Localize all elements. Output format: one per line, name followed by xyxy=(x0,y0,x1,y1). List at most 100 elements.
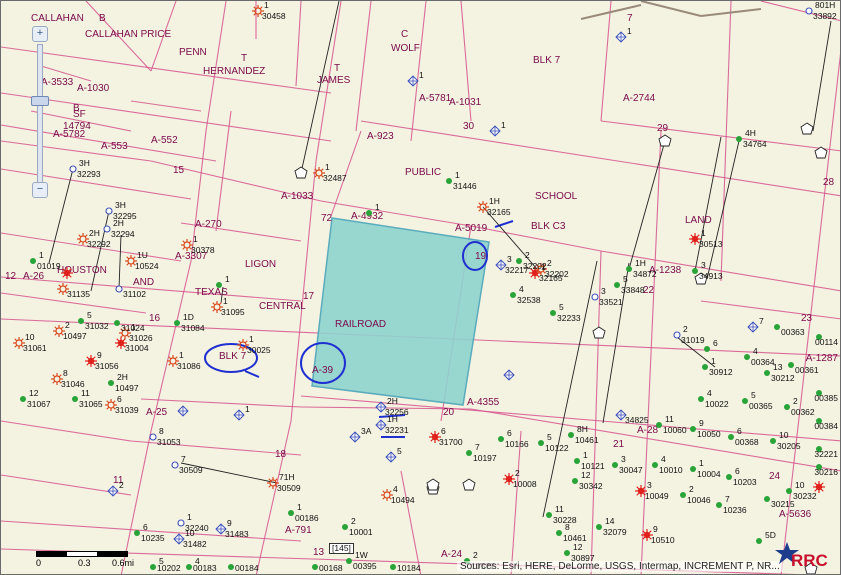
oil-well-icon xyxy=(680,492,686,498)
oil-well-icon xyxy=(736,136,742,142)
well-number: 1H xyxy=(635,258,646,268)
well-api-label: 10008 xyxy=(513,479,537,489)
well-number: 6 xyxy=(117,394,122,404)
oil-well-icon xyxy=(288,510,294,516)
well-number: 5 xyxy=(87,310,92,320)
well-api-label: 10060 xyxy=(663,425,687,435)
oil-well-icon xyxy=(72,396,78,402)
well-api-label: 31482 xyxy=(183,539,207,549)
well-api-label: 31039 xyxy=(115,405,139,415)
well-number: 3 xyxy=(507,254,512,264)
well-number: 3H xyxy=(115,200,126,210)
well-number: 1 xyxy=(375,202,380,212)
permitted-location-icon xyxy=(385,451,397,463)
oil-well-icon xyxy=(546,512,552,518)
well-api-label: 34913 xyxy=(699,271,723,281)
well-api-label: 31061 xyxy=(23,343,47,353)
well-api-label: 00362 xyxy=(791,407,815,417)
oil-well-icon xyxy=(698,396,704,402)
well-number: 11 xyxy=(555,504,564,514)
well-number: 6 xyxy=(507,428,512,438)
well-number: 5 xyxy=(397,446,402,456)
oil-well-icon xyxy=(466,450,472,456)
well-ring-icon xyxy=(103,225,111,233)
well-api-label: 30205 xyxy=(777,441,801,451)
well-api-label: 31102 xyxy=(123,289,147,299)
zoom-track[interactable] xyxy=(37,44,43,188)
zoom-handle[interactable] xyxy=(31,96,49,106)
permitted-location-icon xyxy=(349,431,361,443)
well-api-label: 30025 xyxy=(247,345,271,355)
well-api-label: 00363 xyxy=(781,327,805,337)
oil-well-icon xyxy=(20,396,26,402)
well-number: 13 xyxy=(773,362,783,372)
well-number: 8 xyxy=(63,368,68,378)
oil-well-icon xyxy=(108,380,114,386)
well-number: 71H xyxy=(279,472,295,482)
rrc-logo-text: RRC xyxy=(791,551,828,570)
well-number: 3H xyxy=(79,158,90,168)
well-api-label: 32538 xyxy=(517,295,541,305)
well-number: 5 xyxy=(751,390,756,400)
well-number: 2H xyxy=(117,372,128,382)
well-number: 1 xyxy=(39,250,44,260)
well-api-label: 10166 xyxy=(505,439,529,449)
well-api-label: 32202 xyxy=(545,269,569,279)
oil-well-icon xyxy=(30,258,36,264)
well-number: 1 xyxy=(193,234,198,244)
zoom-slider[interactable]: + − xyxy=(28,26,52,198)
well-number: 1 xyxy=(419,70,424,80)
oil-well-icon xyxy=(556,530,562,536)
well-number: 1 xyxy=(701,228,706,238)
oil-well-icon xyxy=(114,320,120,326)
oil-well-icon xyxy=(690,426,696,432)
zoom-out-button[interactable]: − xyxy=(32,182,48,198)
well-api-label: 10046 xyxy=(687,495,711,505)
oil-well-icon xyxy=(702,364,708,370)
map-canvas[interactable]: CALLAHAN B CALLAHAN PRICE PENN C WOLF T HERNAND… xyxy=(0,0,841,575)
well-api-label: 00385 xyxy=(814,393,838,403)
well-number: 12 xyxy=(581,470,591,480)
oil-well-icon xyxy=(614,282,620,288)
well-number: 2 xyxy=(351,516,356,526)
well-api-label: 10197 xyxy=(473,453,497,463)
zoom-in-button[interactable]: + xyxy=(32,26,48,42)
permitted-location-icon xyxy=(503,369,515,381)
well-api-label: 32293 xyxy=(77,169,101,179)
well-api-label: 31084 xyxy=(181,323,205,333)
well-number: 11 xyxy=(81,388,90,398)
oil-well-icon xyxy=(756,538,762,544)
well-api-label: 30513 xyxy=(699,239,723,249)
well-number: 1 xyxy=(179,350,184,360)
well-api-label: 31026 xyxy=(129,333,153,343)
well-api-label: 00361 xyxy=(795,365,819,375)
oil-well-icon xyxy=(446,178,452,184)
oil-well-icon xyxy=(564,550,570,556)
well-number: 8 xyxy=(565,522,570,532)
well-api-label: 10235 xyxy=(141,533,165,543)
well-number: 2 xyxy=(525,250,530,260)
well-number: 10 xyxy=(779,430,789,440)
well-number: 8H xyxy=(577,424,588,434)
well-ring-icon xyxy=(171,461,179,469)
oil-well-icon xyxy=(390,564,396,570)
well-number: 801H xyxy=(815,0,836,10)
well-ring-icon xyxy=(591,293,599,301)
well-number: 6 xyxy=(735,466,740,476)
well-number: 4 xyxy=(393,484,398,494)
well-number: 7 xyxy=(475,442,480,452)
well-api-label: 32487 xyxy=(323,173,347,183)
well-api-label: 32294 xyxy=(111,229,135,239)
well-api-label: 34764 xyxy=(743,139,767,149)
oil-well-icon xyxy=(726,474,732,480)
well-api-label: 10049 xyxy=(645,491,669,501)
oil-well-icon xyxy=(774,324,780,330)
well-api-label: 30378 xyxy=(191,245,215,255)
well-number: 3A xyxy=(361,426,372,436)
permitted-location-icon xyxy=(489,125,501,137)
well-api-label: 32233 xyxy=(557,313,581,323)
oil-well-icon xyxy=(716,502,722,508)
well-ring-icon xyxy=(805,7,813,15)
well-number: 7 xyxy=(181,454,186,464)
well-ring-icon xyxy=(149,433,157,441)
